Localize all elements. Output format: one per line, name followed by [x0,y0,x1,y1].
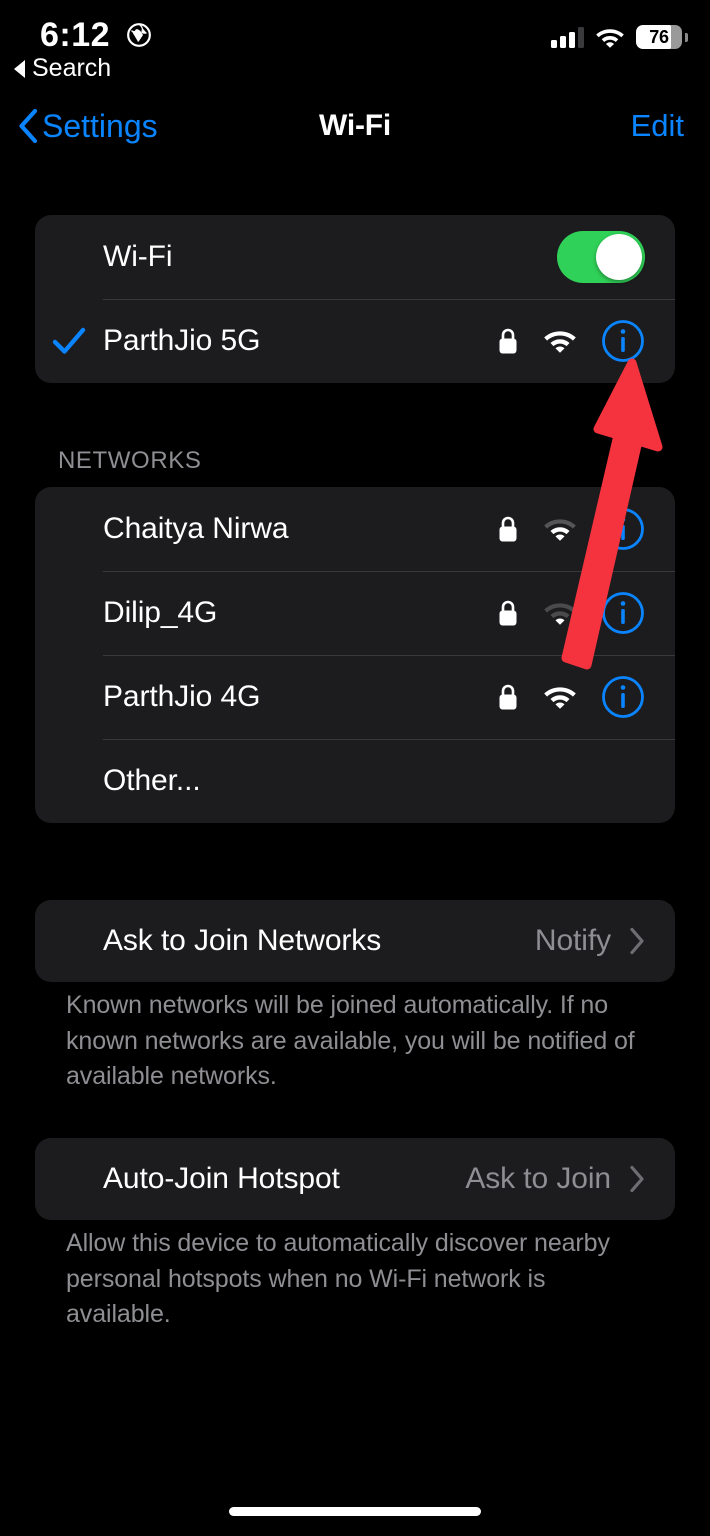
checkmark-icon [52,327,86,354]
auto-join-hotspot-card: Auto-Join Hotspot Ask to Join [35,1138,675,1220]
lock-icon [499,328,517,354]
cellular-bars-icon [551,26,584,48]
info-circle-icon[interactable] [601,591,645,635]
network-row[interactable]: ParthJio 4G [35,655,675,739]
ask-to-join-label: Ask to Join Networks [103,924,382,957]
back-to-app-indicator[interactable]: Search [14,54,111,83]
network-name: ParthJio 4G [103,680,261,713]
auto-join-hotspot-label: Auto-Join Hotspot [103,1162,340,1195]
network-name: Dilip_4G [103,596,218,629]
back-to-app-label: Search [32,54,112,82]
networks-section-header: NETWORKS [58,447,202,474]
chevron-right-icon [630,1165,644,1193]
toggle-knob [596,234,642,280]
wifi-icon [596,29,624,48]
iphone-wifi-settings-screen: 6:12 76 Search Settings Wi-Fi Edit Wi-Fi… [0,0,710,1536]
edit-button[interactable]: Edit [631,95,684,157]
ask-to-join-card: Ask to Join Networks Notify [35,900,675,982]
battery-percent-label: 76 [649,26,669,47]
connected-network-row[interactable]: ParthJio 5G [35,299,675,383]
wifi-toggle-label: Wi-Fi [103,240,173,273]
auto-join-hotspot-row[interactable]: Auto-Join Hotspot Ask to Join [35,1138,675,1220]
lock-icon [499,600,517,626]
lock-icon [499,516,517,542]
network-row[interactable]: Chaitya Nirwa [35,487,675,571]
lock-icon [499,684,517,710]
network-row[interactable]: Dilip_4G [35,571,675,655]
ask-to-join-row[interactable]: Ask to Join Networks Notify [35,900,675,982]
status-bar: 6:12 76 Search [0,0,710,83]
page-title: Wi-Fi [318,109,392,142]
wifi-icon [544,519,576,541]
battery-cap-icon [685,32,688,42]
info-circle-icon[interactable] [601,675,645,719]
ask-to-join-value: Notify [534,924,611,957]
chevron-right-icon [630,927,644,955]
wifi-card: Wi-Fi ParthJio 5G [35,215,675,383]
network-name: Chaitya Nirwa [103,512,289,545]
connected-network-name: ParthJio 5G [103,324,261,357]
ask-to-join-footnote: Known networks will be joined automatica… [66,991,635,1090]
wifi-toggle-row[interactable]: Wi-Fi [35,215,675,299]
wifi-icon [544,603,576,625]
status-bar-indicators: 76 [551,25,688,49]
other-network-label: Other... [103,764,201,797]
auto-join-hotspot-value: Ask to Join [465,1162,611,1195]
other-network-row[interactable]: Other... [35,739,675,823]
wifi-toggle-switch[interactable] [557,231,645,283]
battery-icon: 76 [636,25,682,49]
wifi-icon [544,331,576,353]
globe-icon [127,23,151,47]
status-bar-clock: 6:12 [40,16,111,54]
auto-join-hotspot-footnote: Allow this device to automatically disco… [66,1229,610,1328]
home-indicator[interactable] [229,1507,481,1516]
connected-checkmark [35,326,103,356]
info-circle-icon[interactable] [601,507,645,551]
networks-card: Chaitya Nirwa Dilip_4G ParthJio 4G Other… [35,487,675,823]
wifi-icon [544,687,576,709]
info-circle-icon[interactable] [601,319,645,363]
triangle-left-icon [14,59,25,78]
navigation-bar: Settings Wi-Fi Edit [0,95,710,157]
